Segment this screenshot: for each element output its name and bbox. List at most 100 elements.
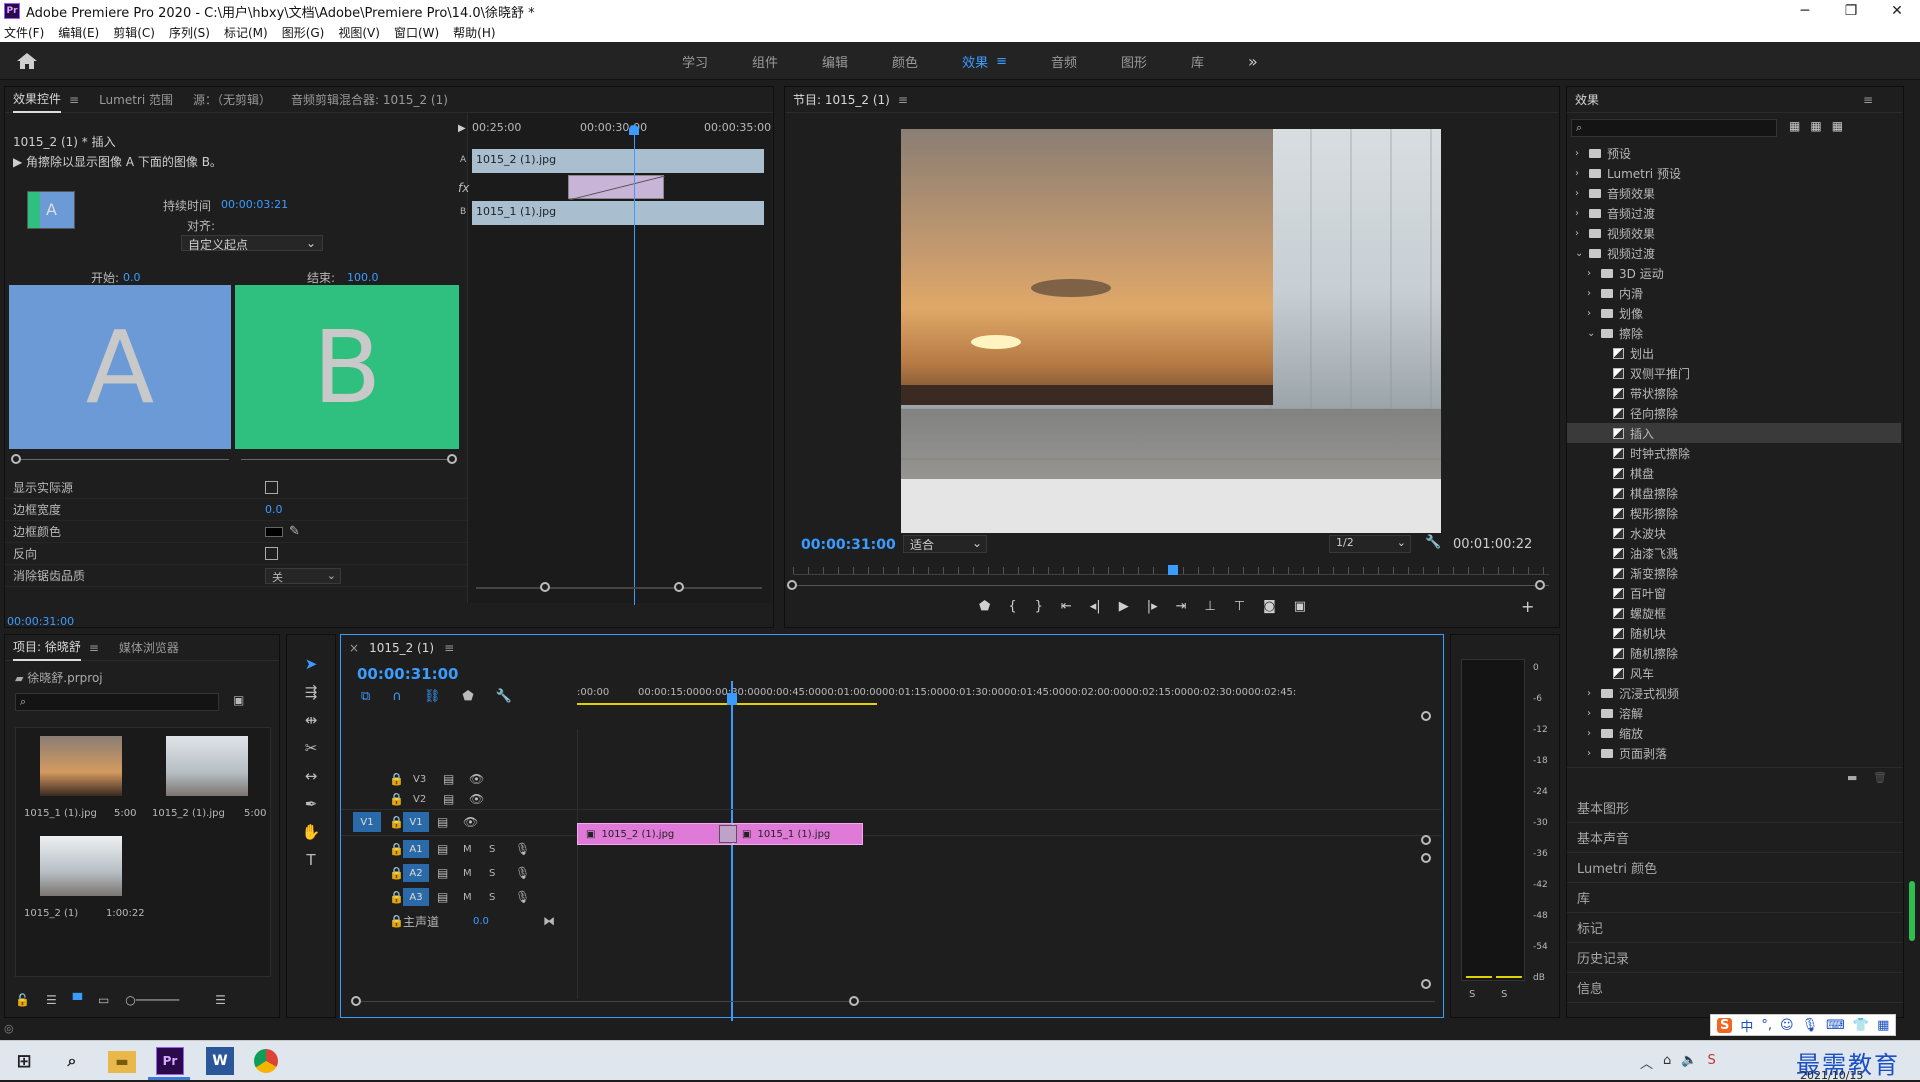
tray-expand-icon[interactable]: ︿ — [1640, 1053, 1653, 1072]
32bit-effects-icon[interactable]: ▦ — [1810, 119, 1821, 133]
chevron-down-icon[interactable]: ⌄ — [1587, 328, 1601, 339]
video-track-scroll-handle[interactable] — [1421, 711, 1431, 721]
chevron-right-icon[interactable]: › — [1587, 688, 1601, 699]
workspace-overflow-icon[interactable]: » — [1248, 52, 1258, 71]
effect-controls-timecode[interactable]: 00:00:31:00 — [7, 615, 74, 628]
antialiasing-select[interactable]: 关 ⌄ — [265, 567, 341, 584]
effects-folder[interactable]: › Lumetri 预设 — [1567, 163, 1901, 183]
menu-edit[interactable]: 编辑(E) — [58, 24, 99, 41]
yuv-effects-icon[interactable]: ▦ — [1832, 119, 1843, 133]
menu-view[interactable]: 视图(V) — [338, 24, 380, 41]
chevron-right-icon[interactable]: › — [1587, 288, 1601, 299]
master-volume-value[interactable]: 0.0 — [473, 916, 543, 927]
effects-folder[interactable]: › 缩放 — [1567, 723, 1901, 743]
ime-mode[interactable]: 中 — [1740, 1016, 1753, 1035]
hand-tool-icon[interactable]: ✋ — [302, 823, 321, 841]
dock-markers[interactable]: 标记 — [1567, 913, 1903, 943]
sort-icon[interactable]: ☰ — [215, 993, 226, 1007]
mic-icon[interactable]: 🎙 — [515, 842, 530, 856]
duration-value[interactable]: 00:00:03:21 — [221, 198, 288, 211]
windows-start-icon[interactable]: ⊞ — [10, 1047, 38, 1075]
workspace-assembly[interactable]: 组件 — [752, 52, 778, 71]
effect-item[interactable]: 径向擦除 — [1567, 403, 1901, 423]
mic-icon[interactable]: 🎙 — [515, 866, 530, 880]
project-thumb-1[interactable] — [40, 736, 122, 796]
file-explorer-icon[interactable]: ▬ — [108, 1051, 136, 1073]
workspace-menu-icon[interactable]: ≡ — [996, 54, 1007, 69]
transition-thumbnail[interactable]: A — [27, 191, 75, 229]
lock-icon[interactable]: 🔒 — [389, 866, 404, 880]
workspace-libraries[interactable]: 库 — [1191, 52, 1204, 71]
reverse-checkbox[interactable] — [265, 547, 278, 560]
mini-clip-a[interactable]: 1015_2 (1).jpg — [472, 149, 764, 173]
panel-menu-icon[interactable]: ≡ — [89, 641, 99, 655]
lock-icon[interactable]: 🔒 — [389, 842, 404, 856]
effect-item[interactable]: 随机块 — [1567, 623, 1901, 643]
chevron-right-icon[interactable]: › — [1575, 208, 1589, 219]
source-patch-v1[interactable]: V1 — [353, 812, 381, 832]
effects-folder[interactable]: › 音频过渡 — [1567, 203, 1901, 223]
volume-icon[interactable]: 🔈 — [1681, 1053, 1697, 1072]
accelerated-effects-icon[interactable]: ▦ — [1789, 119, 1800, 133]
effects-folder[interactable]: › 音频效果 — [1567, 183, 1901, 203]
chevron-right-icon[interactable]: › — [1575, 168, 1589, 179]
type-tool-icon[interactable]: T — [306, 851, 315, 869]
sync-lock-icon[interactable]: ▤ — [443, 792, 469, 806]
effects-folder[interactable]: ⌄ 擦除 — [1567, 323, 1901, 343]
nest-icon[interactable]: ⧉ — [361, 689, 370, 704]
close-button[interactable]: ✕ — [1874, 0, 1920, 22]
audio-track-scroll-handle[interactable] — [1421, 979, 1431, 989]
show-actual-sources-checkbox[interactable] — [265, 481, 278, 494]
effect-item[interactable]: 百叶窗 — [1567, 583, 1901, 603]
effect-item[interactable]: 风车 — [1567, 663, 1901, 683]
linked-selection-icon[interactable]: ⛓ — [424, 689, 441, 704]
close-sequence-icon[interactable]: × — [349, 641, 359, 655]
tab-audio-clip-mixer[interactable]: 音频剪辑混合器: 1015_2 (1) — [291, 91, 448, 108]
video-track-scroll-handle[interactable] — [1421, 835, 1431, 845]
ime-s-icon[interactable]: S — [1707, 1053, 1715, 1072]
sync-lock-icon[interactable]: ▤ — [437, 815, 463, 829]
end-value[interactable]: 100.0 — [347, 271, 379, 284]
program-video-frame[interactable] — [901, 129, 1441, 533]
effect-item[interactable]: 棋盘 — [1567, 463, 1901, 483]
workspace-learn[interactable]: 学习 — [682, 52, 708, 71]
effects-folder[interactable]: › 划像 — [1567, 303, 1901, 323]
effect-item[interactable]: 水波块 — [1567, 523, 1901, 543]
chrome-taskbar-icon[interactable] — [254, 1049, 278, 1073]
effects-folder[interactable]: › 预设 — [1567, 143, 1901, 163]
sync-lock-icon[interactable]: ▤ — [443, 772, 469, 786]
skin-icon[interactable]: 👕 — [1853, 1018, 1869, 1033]
menu-clip[interactable]: 剪辑(C) — [113, 24, 155, 41]
eye-icon[interactable]: 👁 — [463, 815, 478, 829]
play-icon[interactable]: ▶ — [1119, 599, 1129, 614]
mini-transition[interactable] — [568, 175, 666, 201]
freeform-view-icon[interactable]: ▭ — [98, 993, 109, 1007]
tab-project[interactable]: 项目: 徐晓舒 — [13, 634, 81, 661]
mini-playhead-handle[interactable] — [629, 125, 639, 135]
menu-help[interactable]: 帮助(H) — [453, 24, 495, 41]
tab-effect-controls[interactable]: 效果控件 — [13, 86, 62, 113]
home-icon[interactable] — [16, 52, 38, 70]
solo-right-button[interactable]: S — [1501, 989, 1507, 1000]
effect-item[interactable]: 棋盘擦除 — [1567, 483, 1901, 503]
workspace-audio[interactable]: 音频 — [1051, 52, 1077, 71]
solo-button[interactable]: S — [489, 844, 515, 855]
mic-icon[interactable]: 🎙 — [515, 890, 530, 904]
timeline-scroll-left-handle[interactable] — [351, 996, 361, 1006]
program-playhead[interactable] — [1168, 565, 1178, 575]
new-bin-icon[interactable]: ▬ — [1847, 771, 1857, 784]
delete-icon[interactable]: 🗑 — [1873, 771, 1887, 784]
effects-folder[interactable]: › 视频效果 — [1567, 223, 1901, 243]
step-forward-icon[interactable]: |▸ — [1147, 599, 1158, 614]
effect-item[interactable]: 随机擦除 — [1567, 643, 1901, 663]
tab-effects[interactable]: 效果 — [1575, 91, 1599, 108]
resolution-select[interactable]: 1/2 ⌄ — [1329, 535, 1411, 553]
program-zoom-right-handle[interactable] — [1535, 580, 1545, 590]
chevron-right-icon[interactable]: › — [1587, 708, 1601, 719]
sync-lock-icon[interactable]: ▤ — [437, 842, 463, 856]
tab-media-browser[interactable]: 媒体浏览器 — [119, 639, 179, 656]
sync-lock-icon[interactable]: ▤ — [437, 866, 463, 880]
track-select-tool-icon[interactable]: ⇶ — [305, 683, 318, 701]
mic-icon[interactable]: 🎙 — [1802, 1018, 1819, 1033]
effect-item[interactable]: 油漆飞溅 — [1567, 543, 1901, 563]
